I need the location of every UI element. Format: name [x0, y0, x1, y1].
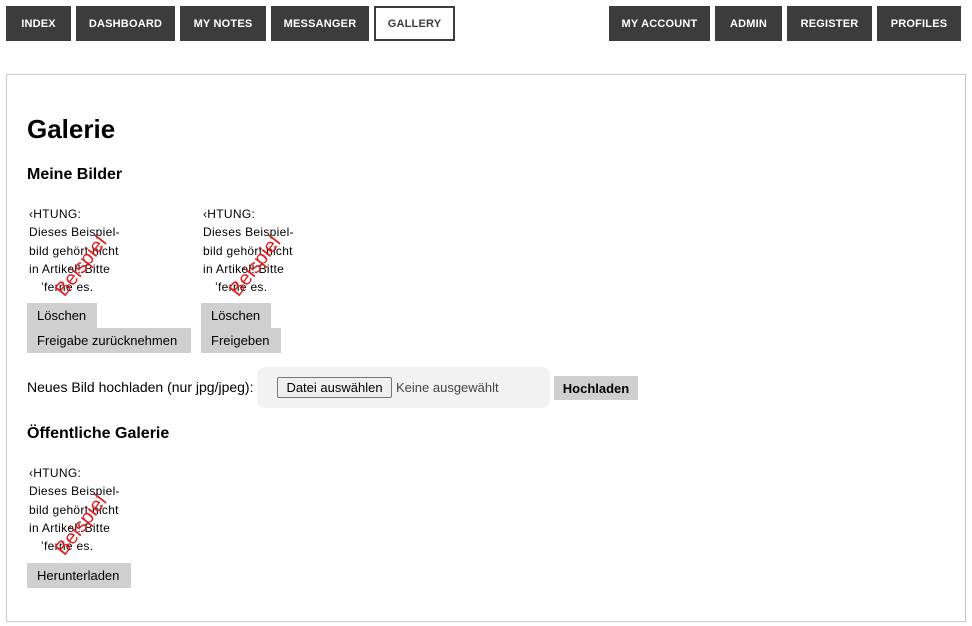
upload-button[interactable]: Hochladen [554, 376, 638, 400]
public-gallery-heading: Öffentliche Galerie [27, 425, 170, 442]
thumbnail-text: ‹HTUNG: [29, 207, 82, 221]
delete-button[interactable]: Löschen [201, 303, 271, 328]
share-button[interactable]: Freigeben [201, 328, 281, 353]
my-image-thumbnail: ‹HTUNG: Dieses Beispiel- bild gehört nic… [27, 205, 127, 297]
choose-file-button[interactable]: Datei auswählen [277, 377, 392, 398]
thumbnail-text: Dieses Beispiel- [203, 225, 294, 239]
nav-profiles[interactable]: PROFILES [877, 6, 961, 41]
nav-admin[interactable]: ADMIN [715, 6, 782, 41]
delete-button[interactable]: Löschen [27, 303, 97, 328]
nav-dashboard[interactable]: DASHBOARD [76, 6, 175, 41]
nav-index[interactable]: INDEX [6, 6, 71, 41]
nav-messanger[interactable]: MESSANGER [271, 6, 369, 41]
upload-label: Neues Bild hochladen (nur jpg/jpeg): [27, 379, 254, 395]
file-status: Keine ausgewählt [396, 380, 499, 395]
thumbnail-text: ‹HTUNG: [203, 207, 256, 221]
download-button[interactable]: Herunterladen [27, 563, 131, 588]
page-title: Galerie [27, 114, 116, 144]
public-image-thumbnail: ‹HTUNG: Dieses Beispiel- bild gehört nic… [27, 464, 127, 556]
nav-my-account[interactable]: MY ACCOUNT [609, 6, 710, 41]
nav-gallery[interactable]: GALLERY [374, 6, 455, 41]
my-image-thumbnail: ‹HTUNG: Dieses Beispiel- bild gehört nic… [201, 205, 301, 297]
thumbnail-text: Dieses Beispiel- [29, 225, 120, 239]
my-images-heading: Meine Bilder [27, 166, 123, 183]
nav-my-notes[interactable]: MY NOTES [180, 6, 266, 41]
unshare-button[interactable]: Freigabe zurücknehmen [27, 328, 191, 353]
nav-register[interactable]: REGISTER [787, 6, 872, 41]
thumbnail-text: Dieses Beispiel- [29, 484, 120, 498]
thumbnail-text: ‹HTUNG: [29, 466, 82, 480]
